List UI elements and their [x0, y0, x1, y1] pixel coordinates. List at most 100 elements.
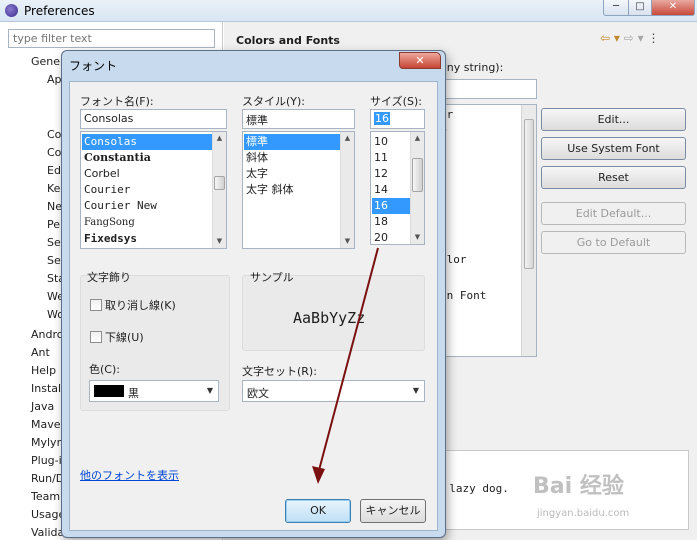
list-item[interactable]: FangSong: [82, 215, 135, 231]
scroll-up-icon[interactable]: ▲: [213, 132, 226, 145]
scrollbar-thumb[interactable]: [524, 119, 534, 269]
more-fonts-link[interactable]: 他のフォントを表示: [80, 467, 179, 483]
list-item[interactable]: 12: [372, 166, 388, 182]
list-item[interactable]: 14: [372, 182, 388, 198]
tree-item[interactable]: Ke: [47, 182, 60, 195]
tree-item[interactable]: Java: [31, 400, 54, 413]
tree-item[interactable]: Ne: [47, 200, 62, 213]
color-select[interactable]: 黒 ▼: [89, 380, 219, 402]
list-item[interactable]: Fixedsys: [82, 231, 137, 247]
tree-item[interactable]: Ed: [47, 164, 61, 177]
maximize-button[interactable]: □: [628, 0, 652, 16]
style-list[interactable]: 標準 斜体 太字 太字 斜体 ▲ ▼: [242, 131, 355, 249]
eclipse-app-icon: [5, 4, 18, 17]
chevron-down-icon: ▼: [412, 386, 419, 395]
dialog-title: フォント: [69, 59, 118, 73]
style-list-scrollbar[interactable]: ▲ ▼: [340, 132, 354, 248]
tree-item[interactable]: Install: [31, 382, 64, 395]
forward-arrow-icon[interactable]: ⇨ ▾: [624, 31, 644, 45]
tree-scrollbar[interactable]: [521, 105, 536, 356]
list-item[interactable]: Consolas: [82, 134, 212, 150]
window-title: Preferences: [24, 4, 95, 18]
sample-text: AaBbYyZz: [293, 309, 366, 327]
tree-item[interactable]: Maver: [31, 418, 65, 431]
scroll-down-icon[interactable]: ▼: [213, 235, 226, 248]
edit-button[interactable]: Edit...: [541, 108, 686, 131]
sample-label: サンプル: [250, 271, 294, 284]
size-list-scrollbar[interactable]: ▲ ▼: [410, 132, 424, 244]
tree-item[interactable]: Team: [31, 490, 60, 503]
list-item[interactable]: 斜体: [244, 150, 268, 166]
list-item[interactable]: 10: [372, 134, 388, 150]
scroll-up-icon[interactable]: ▲: [411, 132, 424, 145]
tree-item[interactable]: Se: [47, 236, 61, 249]
tree-item[interactable]: Valida: [31, 526, 64, 539]
tree-item[interactable]: Help: [31, 364, 56, 377]
list-item[interactable]: Courier: [82, 182, 130, 198]
tree-item[interactable]: Ap: [47, 73, 62, 86]
font-name-input[interactable]: Consolas: [80, 109, 227, 129]
ok-button[interactable]: OK: [285, 499, 351, 523]
baidu-watermark: Bai 经验: [533, 474, 624, 499]
list-item[interactable]: Corbel: [82, 166, 120, 182]
back-arrow-icon[interactable]: ⇦ ▾: [600, 31, 620, 45]
font-list-scrollbar[interactable]: ▲ ▼: [212, 132, 226, 248]
list-item[interactable]: 20: [372, 230, 388, 244]
font-dialog: フォント ✕ フォント名(F): Consolas Consolas Const…: [61, 50, 446, 538]
tree-item[interactable]: Ant: [31, 346, 50, 359]
use-system-font-button[interactable]: Use System Font: [541, 137, 686, 160]
scroll-down-icon[interactable]: ▼: [341, 235, 354, 248]
go-to-default-button[interactable]: Go to Default: [541, 231, 686, 254]
scroll-down-icon[interactable]: ▼: [411, 231, 424, 244]
history-navigation[interactable]: ⇦ ▾ ⇨ ▾ ⋮: [600, 31, 659, 45]
list-item[interactable]: Courier New: [82, 198, 157, 214]
edit-default-button[interactable]: Edit Default...: [541, 202, 686, 225]
strikeout-label: 取り消し線(K): [105, 299, 176, 312]
page-title: Colors and Fonts: [236, 34, 340, 47]
tree-item[interactable]: Pe: [47, 218, 60, 231]
strikeout-checkbox[interactable]: [90, 299, 102, 311]
size-list[interactable]: 10 11 12 14 16 18 20 ▲ ▼: [370, 131, 425, 245]
list-item[interactable]: 太字: [244, 166, 268, 182]
tree-item[interactable]: Mylyn: [31, 436, 64, 449]
color-swatch: [94, 385, 124, 397]
chevron-down-icon: ▼: [206, 386, 213, 395]
tree-item[interactable]: Andro: [31, 328, 64, 341]
minimize-button[interactable]: ─: [603, 0, 629, 16]
charset-select[interactable]: 欧文 ▼: [242, 380, 425, 402]
font-name-label: フォント名(F):: [80, 95, 154, 108]
list-item[interactable]: 11: [372, 150, 388, 166]
effects-label: 文字飾り: [87, 271, 131, 284]
color-label: 色(C):: [89, 363, 120, 376]
size-input-value: 16: [374, 112, 390, 125]
tree-item[interactable]: Co: [47, 146, 61, 159]
close-window-button[interactable]: ✕: [651, 0, 695, 16]
tree-item[interactable]: Gener: [31, 55, 65, 68]
list-item[interactable]: 太字 斜体: [244, 182, 294, 198]
scrollbar-thumb[interactable]: [214, 176, 225, 190]
list-item[interactable]: Constantia: [82, 150, 151, 166]
baidu-watermark-url: jingyan.baidu.com: [537, 508, 630, 519]
list-item[interactable]: 16: [372, 198, 410, 214]
font-name-list[interactable]: Consolas Constantia Corbel Courier Couri…: [80, 131, 227, 249]
reset-button[interactable]: Reset: [541, 166, 686, 189]
scrollbar-thumb[interactable]: [412, 158, 423, 192]
scroll-up-icon[interactable]: ▲: [341, 132, 354, 145]
cancel-button[interactable]: キャンセル: [360, 499, 426, 523]
list-item[interactable]: on Font: [440, 289, 486, 302]
list-item[interactable]: 18: [372, 214, 388, 230]
filter-input[interactable]: [8, 29, 215, 48]
underline-checkbox[interactable]: [90, 331, 102, 343]
tree-item[interactable]: Se: [47, 254, 61, 267]
tree-item[interactable]: Co: [47, 128, 61, 141]
color-select-value: 黒: [128, 387, 139, 400]
list-item[interactable]: 標準: [244, 134, 340, 150]
tree-item[interactable]: Run/D: [31, 472, 64, 485]
view-menu-icon[interactable]: ⋮: [647, 31, 659, 45]
size-input[interactable]: 16: [370, 109, 425, 129]
charset-label: 文字セット(R):: [242, 365, 317, 378]
style-input[interactable]: 標準: [242, 109, 355, 129]
size-label: サイズ(S):: [370, 95, 422, 108]
dialog-close-button[interactable]: ✕: [399, 52, 441, 69]
underline-label: 下線(U): [105, 331, 144, 344]
